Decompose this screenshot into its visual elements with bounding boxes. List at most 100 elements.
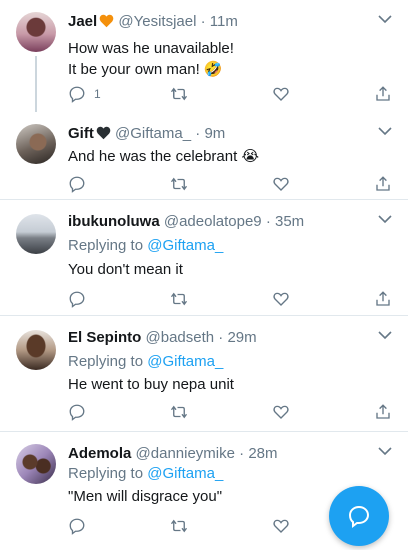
replying-to-mention[interactable]: @Giftama_ bbox=[147, 353, 223, 370]
like-button[interactable] bbox=[272, 84, 290, 104]
separator-dot: · bbox=[195, 125, 201, 142]
separator-dot: · bbox=[265, 213, 271, 230]
reply-icon bbox=[69, 518, 85, 535]
tweet-text-line: "Men will disgrace you" bbox=[68, 488, 223, 505]
retweet-icon bbox=[170, 87, 188, 101]
replying-to-label: Replying to bbox=[68, 465, 144, 482]
replying-to-mention[interactable]: @Giftama_ bbox=[147, 465, 223, 482]
share-icon bbox=[376, 291, 390, 306]
reply-button[interactable] bbox=[68, 516, 86, 536]
tweet-header: Jael @Yesitsjael · 11m bbox=[68, 12, 238, 34]
separator-dot: · bbox=[218, 329, 224, 346]
user-handle[interactable]: @adeolatope9 bbox=[164, 213, 262, 230]
reply-button[interactable]: 1 bbox=[68, 84, 101, 104]
display-name[interactable]: Jael bbox=[68, 13, 97, 30]
like-button[interactable] bbox=[272, 402, 290, 422]
tweet-text-line: It be your own man! 🤣 bbox=[68, 61, 223, 78]
tweet-ibukunoluwa[interactable]: ibukunoluwa @adeolatope9 · 35m Replying … bbox=[0, 200, 408, 316]
retweet-button[interactable] bbox=[170, 84, 188, 104]
display-name[interactable]: Ademola bbox=[68, 445, 131, 462]
like-icon bbox=[273, 519, 289, 533]
tweet-actions bbox=[68, 174, 392, 194]
tweet-jael[interactable]: Jael @Yesitsjael · 11m How was he unavai… bbox=[0, 0, 408, 112]
compose-reply-button[interactable] bbox=[329, 486, 389, 546]
tweet-header: Gift @Giftama_ · 9m bbox=[68, 124, 225, 146]
retweet-button[interactable] bbox=[170, 516, 188, 536]
tweet-header: El Sepinto @badseth · 29m bbox=[68, 328, 257, 348]
avatar[interactable] bbox=[16, 330, 56, 370]
share-icon bbox=[376, 86, 390, 101]
tweet-el-sepinto[interactable]: El Sepinto @badseth · 29m Replying to @G… bbox=[0, 316, 408, 432]
chevron-down-icon[interactable] bbox=[378, 14, 392, 24]
avatar[interactable] bbox=[16, 124, 56, 164]
tweet-actions bbox=[68, 402, 392, 422]
share-button[interactable] bbox=[374, 289, 392, 309]
tweet-text: How was he unavailable! It be your own m… bbox=[68, 38, 234, 80]
timestamp[interactable]: 11m bbox=[210, 13, 238, 30]
like-icon bbox=[273, 87, 289, 101]
share-button[interactable] bbox=[374, 174, 392, 194]
avatar[interactable] bbox=[16, 12, 56, 52]
chevron-down-icon[interactable] bbox=[378, 446, 392, 456]
tweet-header: ibukunoluwa @adeolatope9 · 35m bbox=[68, 212, 304, 232]
thread-line bbox=[35, 56, 37, 112]
retweet-button[interactable] bbox=[170, 402, 188, 422]
replying-to: Replying to @Giftama_ bbox=[68, 464, 223, 484]
tweet-gift[interactable]: Gift @Giftama_ · 9m And he was the celeb… bbox=[0, 112, 408, 200]
reply-icon bbox=[69, 291, 85, 308]
display-name[interactable]: Gift bbox=[68, 125, 94, 142]
separator-dot: · bbox=[200, 13, 206, 30]
tweet-actions: 1 bbox=[68, 84, 392, 104]
retweet-icon bbox=[170, 177, 188, 191]
timestamp[interactable]: 35m bbox=[275, 213, 304, 230]
share-icon bbox=[376, 404, 390, 419]
black-heart-icon bbox=[96, 126, 111, 146]
like-button[interactable] bbox=[272, 174, 290, 194]
retweet-icon bbox=[170, 519, 188, 533]
tweet-text-line: You don't mean it bbox=[68, 261, 183, 278]
tweet-header: Ademola @dannieymike · 28m bbox=[68, 444, 278, 464]
compose-reply-icon bbox=[348, 505, 370, 528]
reply-icon bbox=[69, 404, 85, 421]
retweet-button[interactable] bbox=[170, 289, 188, 309]
reply-button[interactable] bbox=[68, 174, 86, 194]
replying-to-label: Replying to bbox=[68, 237, 144, 254]
reply-count: 1 bbox=[94, 87, 101, 101]
retweet-icon bbox=[170, 405, 188, 419]
reply-icon bbox=[69, 176, 85, 193]
share-icon bbox=[376, 176, 390, 191]
tweet-actions bbox=[68, 289, 392, 309]
user-handle[interactable]: @dannieymike bbox=[136, 445, 235, 462]
share-button[interactable] bbox=[374, 84, 392, 104]
tweet-text: You don't mean it bbox=[68, 259, 183, 280]
orange-heart-icon bbox=[99, 14, 114, 34]
tweet-text: And he was the celebrant 😭 bbox=[68, 146, 259, 167]
avatar[interactable] bbox=[16, 214, 56, 254]
timestamp[interactable]: 9m bbox=[204, 125, 225, 142]
timestamp[interactable]: 28m bbox=[248, 445, 277, 462]
chevron-down-icon[interactable] bbox=[378, 330, 392, 340]
retweet-icon bbox=[170, 292, 188, 306]
tweet-text-line: And he was the celebrant 😭 bbox=[68, 148, 259, 165]
retweet-button[interactable] bbox=[170, 174, 188, 194]
display-name[interactable]: El Sepinto bbox=[68, 329, 141, 346]
reply-button[interactable] bbox=[68, 402, 86, 422]
avatar[interactable] bbox=[16, 444, 56, 484]
user-handle[interactable]: @Giftama_ bbox=[115, 125, 191, 142]
user-handle[interactable]: @Yesitsjael bbox=[118, 13, 196, 30]
replying-to: Replying to @Giftama_ bbox=[68, 236, 223, 256]
replying-to-mention[interactable]: @Giftama_ bbox=[147, 237, 223, 254]
display-name[interactable]: ibukunoluwa bbox=[68, 213, 160, 230]
timestamp[interactable]: 29m bbox=[227, 329, 256, 346]
reply-button[interactable] bbox=[68, 289, 86, 309]
replying-to-label: Replying to bbox=[68, 353, 144, 370]
share-button[interactable] bbox=[374, 402, 392, 422]
like-button[interactable] bbox=[272, 516, 290, 536]
chevron-down-icon[interactable] bbox=[378, 126, 392, 136]
tweet-text-line: He went to buy nepa unit bbox=[68, 376, 234, 393]
like-button[interactable] bbox=[272, 289, 290, 309]
tweet-text: He went to buy nepa unit bbox=[68, 374, 234, 395]
tweet-text-line: How was he unavailable! bbox=[68, 40, 234, 57]
chevron-down-icon[interactable] bbox=[378, 214, 392, 224]
user-handle[interactable]: @badseth bbox=[146, 329, 215, 346]
